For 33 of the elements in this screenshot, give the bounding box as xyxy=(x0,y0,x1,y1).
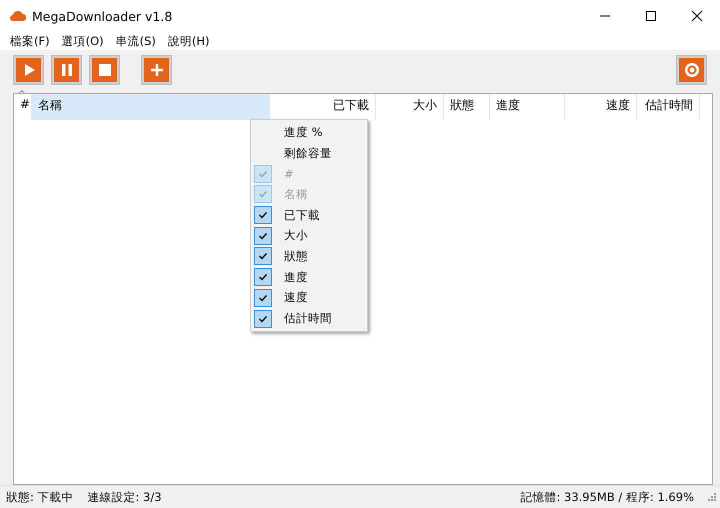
resize-grip-icon xyxy=(708,493,716,501)
add-button[interactable] xyxy=(142,56,171,84)
menu-item[interactable]: 進度 % xyxy=(251,122,367,143)
menu-item[interactable]: 選項(O) xyxy=(56,34,110,48)
column-header[interactable]: 狀態 xyxy=(444,94,490,120)
status-text: 記憶體: 33.95MB / 程序: 1.69% xyxy=(520,490,694,504)
stop-icon xyxy=(98,63,112,77)
status-text: 狀態: 下載中 xyxy=(6,490,74,504)
stop-button[interactable] xyxy=(90,56,119,84)
column-header[interactable]: 估計時間 xyxy=(637,94,700,120)
menu-item[interactable]: 狀態 xyxy=(251,246,367,267)
column-header[interactable]: 大小 xyxy=(376,94,444,120)
menu-item[interactable]: 已下載 xyxy=(251,204,367,226)
menu-item[interactable]: 串流(S) xyxy=(110,34,162,48)
column-header[interactable]: 速度 xyxy=(565,94,637,120)
pause-icon xyxy=(60,63,74,77)
status-text: 連線設定: 3/3 xyxy=(88,490,162,504)
cloud-logo-icon xyxy=(10,10,26,22)
settings-icon xyxy=(682,61,700,79)
menu-item[interactable]: 說明(H) xyxy=(162,34,216,48)
menu-item[interactable]: 剩餘容量 xyxy=(251,142,367,164)
pause-button[interactable] xyxy=(52,56,81,84)
menu-item[interactable]: 估計時間 xyxy=(251,308,367,329)
window-title: MegaDownloader v1.8 xyxy=(32,8,174,24)
menu-item[interactable]: 大小 xyxy=(251,225,367,246)
menu-item[interactable]: 速度 xyxy=(251,288,367,308)
settings-button[interactable] xyxy=(677,56,706,84)
column-header[interactable]: 名稱 xyxy=(32,94,270,120)
play-button[interactable] xyxy=(14,56,43,84)
menu-item[interactable]: 進度 xyxy=(251,266,367,288)
menu-item[interactable]: 檔案(F) xyxy=(4,34,56,48)
column-header[interactable]: 進度 xyxy=(490,94,565,120)
plus-icon xyxy=(150,63,164,77)
